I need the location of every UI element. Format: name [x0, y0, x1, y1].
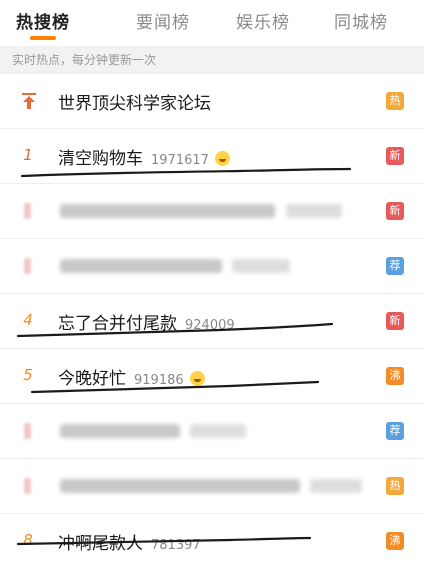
new-badge: 新 — [386, 202, 404, 220]
laughing-emoji-icon — [214, 151, 230, 166]
active-tab-indicator — [30, 36, 56, 40]
hot-badge: 热 — [386, 92, 404, 110]
rank-number — [24, 423, 31, 439]
blurred-count — [190, 424, 246, 438]
topic-title[interactable]: 世界顶尖科学家论坛 — [58, 89, 211, 114]
handdrawn-underline — [16, 536, 312, 546]
tab-local[interactable]: 同城榜 — [334, 8, 388, 33]
hot-badge: 热 — [386, 477, 404, 495]
tab-news[interactable]: 要闻榜 — [136, 8, 190, 33]
blurred-title — [60, 479, 300, 493]
blurred-count — [286, 204, 342, 218]
blurred-count — [232, 259, 290, 273]
rank-number — [24, 258, 31, 274]
new-badge: 新 — [386, 147, 404, 165]
blurred-title — [60, 259, 222, 273]
list-item[interactable]: 世界顶尖科学家论坛 热 — [0, 74, 424, 129]
tab-hot-search[interactable]: 热搜榜 — [16, 8, 70, 33]
update-notice-text: 实时热点，每分钟更新一次 — [12, 53, 157, 67]
recommend-badge: 荐 — [386, 422, 404, 440]
handdrawn-underline — [20, 167, 352, 178]
rank-number — [24, 478, 31, 494]
handdrawn-underline — [16, 322, 334, 338]
handdrawn-underline — [30, 380, 320, 394]
blurred-count — [310, 479, 362, 493]
tab-bar: 热搜榜 要闻榜 娱乐榜 同城榜 — [0, 0, 424, 42]
tab-entertainment[interactable]: 娱乐榜 — [236, 8, 290, 33]
update-notice: 实时热点，每分钟更新一次 — [0, 46, 424, 74]
blurred-title — [60, 204, 275, 218]
blurred-title — [60, 424, 180, 438]
rank-number — [24, 203, 31, 219]
rank-number: 1 — [23, 146, 33, 164]
arrow-up-pin-icon — [22, 93, 36, 109]
recommend-badge: 荐 — [386, 257, 404, 275]
list-item[interactable]: 热 — [0, 459, 424, 514]
list-item[interactable]: 荐 — [0, 239, 424, 294]
list-item[interactable]: 荐 — [0, 404, 424, 459]
